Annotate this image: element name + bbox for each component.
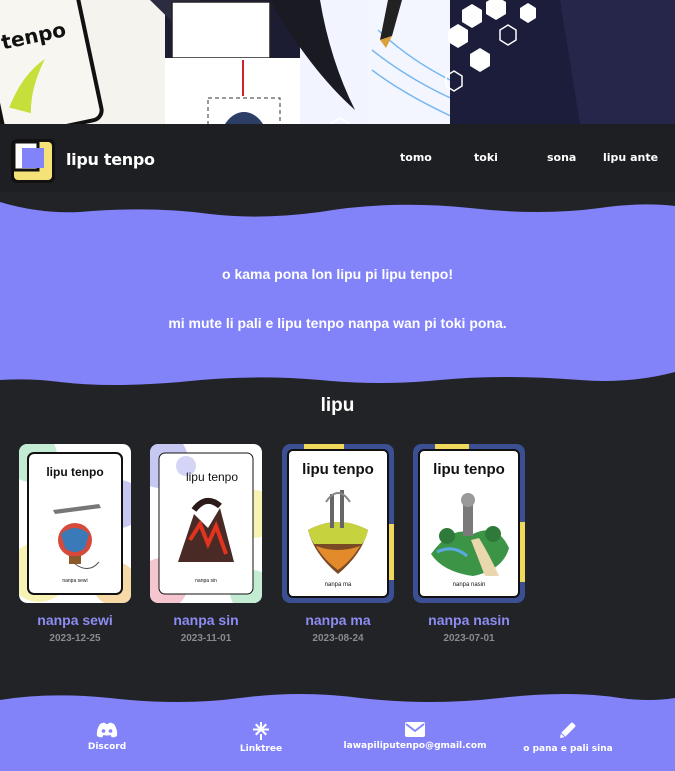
nav-link-sona[interactable]: sona [547, 151, 576, 164]
lipu-tenpo-logo-icon [11, 139, 55, 183]
book-item: lipu tenpo nanpa sewi nanpa sewi 2023-12… [19, 444, 131, 644]
site-title: lipu tenpo [66, 150, 155, 169]
book-cover-link[interactable]: lipu tenpo nanpa sin [150, 444, 262, 603]
discord-icon [96, 722, 118, 738]
site-footer: Discord Linktree lawapiliputenpo@gmail.c… [0, 690, 675, 771]
intro-description-text: mi mute li pali e lipu tenpo nanpa wan p… [168, 315, 507, 331]
main-nav: tomo toki sona lipu ante [368, 124, 675, 192]
site-header: tenpo lipu tenpo tomo toki sona lipu ant… [0, 0, 675, 192]
footer-link-label: lawapiliputenpo@gmail.com [343, 741, 487, 751]
book-cover-image: lipu tenpo nanpa sewi [19, 444, 131, 603]
intro-section: o kama pona lon lipu pi lipu tenpo! mi m… [0, 192, 675, 392]
book-date: 2023-07-01 [443, 633, 495, 644]
footer-link-label: o pana e pali sina [523, 744, 613, 754]
nav-link-toki[interactable]: toki [474, 151, 498, 164]
footer-linktree-link[interactable]: Linktree [232, 722, 290, 754]
book-cover-subtitle: nanpa nasin [453, 582, 486, 588]
book-item: lipu tenpo nanpa nasin nanpa nasin 2023-… [413, 444, 525, 644]
book-cover-title: lipu tenpo [46, 465, 103, 479]
book-cover-image: lipu tenpo nanpa nasin [413, 444, 525, 603]
book-cover-subtitle: nanpa sewi [62, 578, 87, 584]
book-cover-subtitle: nanpa ma [325, 582, 352, 588]
footer-discord-link[interactable]: Discord [80, 722, 134, 752]
intro-welcome-text: o kama pona lon lipu pi lipu tenpo! [222, 266, 453, 282]
book-cover-link[interactable]: lipu tenpo nanpa sewi [19, 444, 131, 603]
footer-submit-work-link[interactable]: o pana e pali sina [516, 722, 620, 754]
book-item: lipu tenpo nanpa ma nanpa ma 2023-08-24 [282, 444, 394, 644]
pencil-icon [560, 722, 576, 738]
book-cover-title: lipu tenpo [302, 461, 374, 478]
envelope-icon [405, 722, 425, 737]
book-cover-link[interactable]: lipu tenpo nanpa nasin [413, 444, 525, 603]
book-date: 2023-08-24 [312, 633, 364, 644]
book-title-link[interactable]: nanpa sewi [0, 612, 151, 628]
book-cover-title: lipu tenpo [433, 461, 505, 478]
intro-wave-background [0, 202, 675, 385]
book-date: 2023-12-25 [49, 633, 101, 644]
linktree-icon [253, 722, 269, 740]
book-cover-subtitle: nanpa sin [195, 578, 217, 584]
footer-link-label: Discord [87, 742, 127, 752]
book-title-link[interactable]: nanpa sin [130, 612, 282, 628]
book-title-link[interactable]: nanpa ma [262, 612, 414, 628]
book-date: 2023-11-01 [180, 633, 232, 644]
book-cover-title: lipu tenpo [186, 470, 238, 484]
book-title-link[interactable]: nanpa nasin [393, 612, 545, 628]
book-cover-link[interactable]: lipu tenpo nanpa ma [282, 444, 394, 603]
footer-link-label: Linktree [239, 744, 283, 754]
brand-home-link[interactable]: lipu tenpo [0, 126, 165, 192]
nav-link-tomo[interactable]: tomo [400, 151, 432, 164]
book-cover-image: lipu tenpo nanpa ma [282, 444, 394, 603]
book-cover-image: lipu tenpo nanpa sin [150, 444, 262, 603]
footer-email-link[interactable]: lawapiliputenpo@gmail.com [340, 722, 490, 751]
books-section-title: lipu [320, 395, 355, 416]
nav-link-lipu-ante[interactable]: lipu ante [603, 151, 658, 164]
book-item: lipu tenpo nanpa sin nanpa sin 2023-11-0… [150, 444, 262, 644]
